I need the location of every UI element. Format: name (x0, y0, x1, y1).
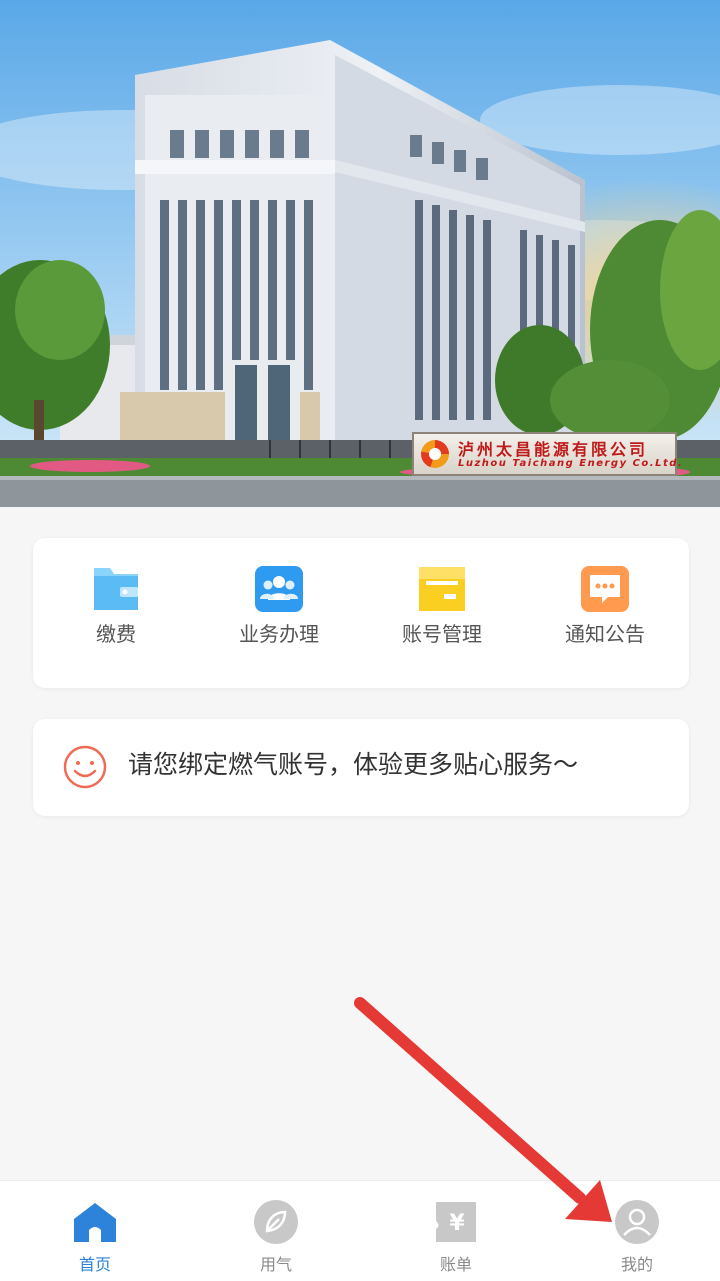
menu-item-notice[interactable]: 通知公告 (530, 566, 680, 666)
tab-label-mine: 我的 (620, 1255, 653, 1274)
menu-item-account[interactable]: 账号管理 (367, 566, 517, 666)
tab-home[interactable]: 首页 (35, 1199, 155, 1279)
tab-gas-usage[interactable]: 用气 (216, 1199, 336, 1279)
people-icon (255, 566, 303, 612)
user-icon (615, 1200, 659, 1244)
account-card-icon (419, 567, 465, 611)
menu-item-business[interactable]: 业务办理 (204, 566, 354, 666)
bind-account-text: 请您绑定燃气账号，体验更多贴心服务～ (128, 750, 579, 779)
tab-label-bills: 账单 (439, 1255, 472, 1274)
menu-label-business: 业务办理 (239, 622, 319, 646)
menu-item-pay[interactable]: 缴费 (41, 566, 191, 666)
bottom-tab-bar: 首页 用气 ¥ 账单 我的 (0, 1180, 720, 1281)
leaf-icon (254, 1200, 298, 1244)
tab-label-home: 首页 (78, 1255, 111, 1274)
service-menu-card: 缴费 业务办理 账号管理 通知公告 (33, 538, 689, 688)
smile-icon (63, 745, 107, 789)
menu-label-pay: 缴费 (96, 622, 136, 646)
building-photo (0, 0, 720, 507)
bind-account-card[interactable]: 请您绑定燃气账号，体验更多贴心服务～ (33, 719, 689, 816)
menu-label-notice: 通知公告 (565, 622, 645, 646)
tab-label-gas-usage: 用气 (259, 1255, 292, 1274)
company-name-en: Luzhou Taichang Energy Co.Ltd. (458, 458, 684, 469)
message-icon (581, 566, 629, 612)
company-logo-icon (421, 440, 449, 468)
menu-label-account: 账号管理 (402, 622, 482, 646)
bill-icon: ¥ (436, 1202, 476, 1242)
folder-pay-icon (94, 568, 138, 610)
hero-banner: 泸州太昌能源有限公司 Luzhou Taichang Energy Co.Ltd… (0, 0, 720, 507)
company-name-cn: 泸州太昌能源有限公司 (458, 440, 649, 459)
svg-text:¥: ¥ (449, 1211, 465, 1236)
company-sign: 泸州太昌能源有限公司 Luzhou Taichang Energy Co.Ltd… (412, 432, 682, 476)
home-icon (74, 1203, 116, 1242)
tab-mine[interactable]: 我的 (577, 1199, 697, 1279)
tab-bills[interactable]: ¥ 账单 (396, 1199, 516, 1279)
